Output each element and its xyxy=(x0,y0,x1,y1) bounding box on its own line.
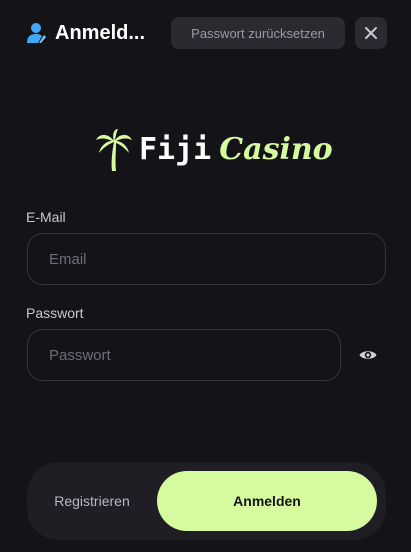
register-tab-label: Registrieren xyxy=(54,493,130,509)
login-button-label: Anmelden xyxy=(233,493,301,509)
user-icon xyxy=(27,23,46,43)
toggle-password-visibility-button[interactable] xyxy=(357,345,379,365)
password-label: Passwort xyxy=(26,305,84,321)
palm-tree-icon xyxy=(96,129,132,171)
brand-logo: Fiji Casino xyxy=(95,128,333,172)
close-button[interactable] xyxy=(355,17,387,49)
brand-name-primary: Fiji xyxy=(139,132,212,167)
brand-name-secondary: Casino xyxy=(219,132,333,167)
email-input[interactable] xyxy=(27,233,386,285)
email-label: E-Mail xyxy=(26,209,66,225)
reset-password-button[interactable]: Passwort zurücksetzen xyxy=(171,17,345,49)
login-button[interactable]: Anmelden xyxy=(157,471,377,531)
auth-mode-switch: Registrieren Anmelden xyxy=(27,462,386,540)
eye-icon xyxy=(359,351,377,359)
modal-header: Anmeld... Passwort zurücksetzen xyxy=(0,0,411,66)
reset-password-label: Passwort zurücksetzen xyxy=(191,25,325,41)
close-icon xyxy=(365,27,377,39)
register-tab[interactable]: Registrieren xyxy=(27,462,157,540)
login-modal: Anmeld... Passwort zurücksetzen Fiji Cas… xyxy=(0,0,411,552)
brand-wordmark: Fiji Casino xyxy=(139,128,333,172)
modal-title: Anmeld... xyxy=(55,22,146,44)
password-input[interactable] xyxy=(27,329,341,381)
